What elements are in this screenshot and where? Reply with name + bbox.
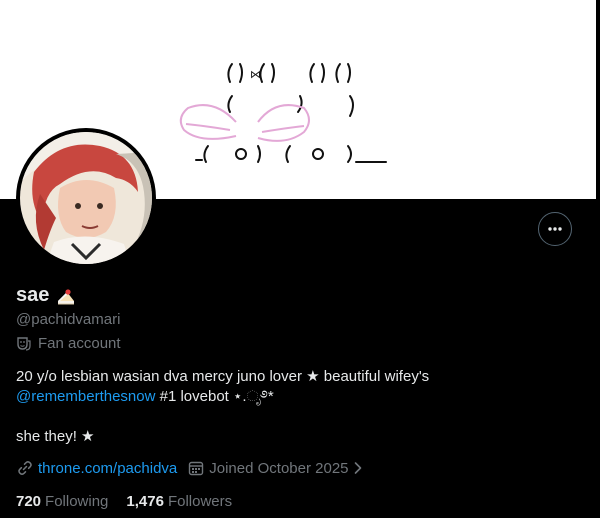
- followers-count: 1,476: [126, 493, 164, 510]
- chevron-right-icon[interactable]: [353, 460, 363, 476]
- followers-label: Followers: [167, 493, 233, 510]
- more-horizontal-icon: [548, 227, 562, 231]
- category-label: Fan account: [38, 335, 121, 352]
- bio-mention-link[interactable]: @rememberthesnow: [16, 388, 155, 405]
- banner-edge: [596, 0, 600, 199]
- link-icon: [18, 461, 32, 475]
- following-stat[interactable]: 720 Following: [16, 493, 108, 510]
- following-count: 720: [16, 493, 42, 510]
- bio: 20 y/o lesbian wasian dva mercy juno lov…: [16, 367, 576, 447]
- display-name-row: sae: [16, 284, 77, 307]
- website-item[interactable]: throne.com/pachidva: [16, 459, 177, 477]
- bio-line-2: @rememberthesnow #1 lovebot ⋆.ೃ࿔*: [16, 387, 576, 407]
- followers-stat[interactable]: 1,476 Followers: [126, 493, 232, 510]
- profile-meta: throne.com/pachidva Joined October 2025: [16, 459, 373, 477]
- joined-date: Joined October 2025: [209, 459, 349, 477]
- follow-stats: 720 Following 1,476 Followers: [16, 493, 250, 510]
- avatar[interactable]: [16, 128, 156, 268]
- display-name: sae: [16, 284, 50, 306]
- avatar-image: [20, 132, 152, 264]
- bio-line-1: 20 y/o lesbian wasian dva mercy juno lov…: [16, 368, 430, 385]
- handle: @pachidvamari: [16, 311, 121, 328]
- cake-emoji-icon: [58, 288, 75, 304]
- more-options-button[interactable]: [538, 212, 572, 246]
- bio-spacer: [16, 407, 576, 427]
- bio-line-3: she they! ★: [16, 428, 95, 445]
- svg-text:⋈: ⋈: [250, 68, 261, 81]
- bio-line-2-text: #1 lovebot ⋆.ೃ࿔*: [155, 388, 274, 405]
- theater-masks-icon: [17, 336, 31, 351]
- following-label: Following: [45, 493, 109, 510]
- calendar-icon: [189, 461, 204, 476]
- website-link[interactable]: throne.com/pachidva: [38, 460, 177, 477]
- professional-category: Fan account: [16, 335, 121, 352]
- joined-item[interactable]: Joined October 2025: [187, 459, 362, 477]
